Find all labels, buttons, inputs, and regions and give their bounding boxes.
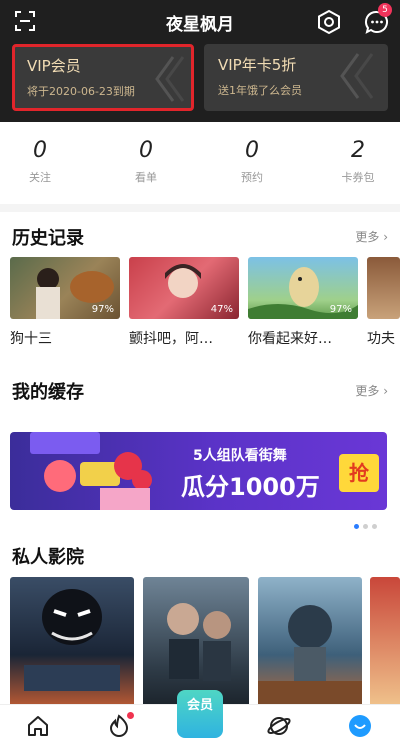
home-icon[interactable] [25,713,51,739]
poster-art [258,605,362,707]
watch-progress: 47% [210,304,233,315]
poster-crime-film[interactable] [143,577,249,707]
vip-membership-card[interactable]: VIP会员 将于2020-06-23到期 [12,44,194,111]
poster-venom[interactable] [10,577,134,707]
stat-coupons[interactable]: 2 卡券包 [318,138,398,185]
chevron-decoration-icon [155,56,185,102]
promo-card-title: VIP年卡5折 [218,56,297,74]
banner-illustration [30,432,152,510]
history-item-title[interactable]: 狗十三 [10,328,52,348]
cache-section-title: 我的缓存 [12,382,84,403]
vip-annual-promo-card[interactable]: VIP年卡5折 送1年饿了么会员 [204,44,388,111]
stat-label: 看单 [135,171,157,184]
history-thumb[interactable] [367,257,400,319]
history-thumb[interactable]: 97% [248,257,358,319]
stat-value: 2 [351,138,365,163]
member-center-button[interactable]: 会员 [177,690,223,738]
grab-button[interactable]: 抢 [339,454,379,492]
cache-more-link[interactable]: 更多 › [355,382,388,399]
discover-notification-dot [127,712,134,719]
carousel-indicator [350,514,377,533]
carousel-dot-active [354,524,359,529]
carousel-dot [363,524,368,529]
settings-icon[interactable] [316,9,342,35]
section-divider [0,204,400,212]
planet-icon[interactable] [266,713,292,739]
stat-value: 0 [139,138,153,163]
history-more-link[interactable]: 更多 › [355,228,388,245]
notification-badge: 5 [378,3,392,17]
stat-label: 预约 [241,171,263,184]
cinema-section-title: 私人影院 [12,547,84,568]
vip-card-title: VIP会员 [27,57,81,75]
history-item-title[interactable]: 功夫 [367,328,395,348]
stat-label: 卡券包 [341,171,375,184]
stats-row: 0 关注 0 看单 0 预约 2 卡券包 [0,138,400,198]
carousel-dot [372,524,377,529]
history-section-title: 历史记录 [12,228,84,249]
stat-watchlist[interactable]: 0 看单 [106,138,186,185]
stat-label: 关注 [29,171,51,184]
poster-art [167,603,231,681]
watch-progress: 97% [329,304,352,315]
vip-expiry-text: 将于2020-06-23到期 [27,85,135,98]
history-thumb[interactable]: 97% [10,257,120,319]
banner-reward: 瓜分1000万 [181,473,320,501]
account-header: 夜星枫月 5 VIP会员 将于2020-06-23到期 VIP年卡5折 送1年饿… [0,0,400,122]
watch-progress: 97% [91,304,114,315]
poster-art [24,589,120,691]
history-thumb[interactable]: 47% [129,257,239,319]
history-item-title[interactable]: 颤抖吧，阿… [129,328,213,348]
poster-drama[interactable] [370,577,400,707]
stat-follow[interactable]: 0 关注 [0,138,80,185]
poster-wandering-earth[interactable] [258,577,362,707]
stat-value: 0 [245,138,259,163]
banner-headline: 5人组队看街舞 [193,448,287,464]
history-item-title[interactable]: 你看起来好… [248,328,332,348]
stat-reservations[interactable]: 0 预约 [212,138,292,185]
promo-banner[interactable]: 5人组队看街舞 瓜分1000万 抢 [10,432,387,510]
stat-value: 0 [33,138,47,163]
member-center-label: 会员 [186,698,213,713]
chevron-decoration-icon [340,53,374,99]
profile-icon[interactable] [347,713,373,739]
promo-card-subtitle: 送1年饿了么会员 [218,84,302,97]
